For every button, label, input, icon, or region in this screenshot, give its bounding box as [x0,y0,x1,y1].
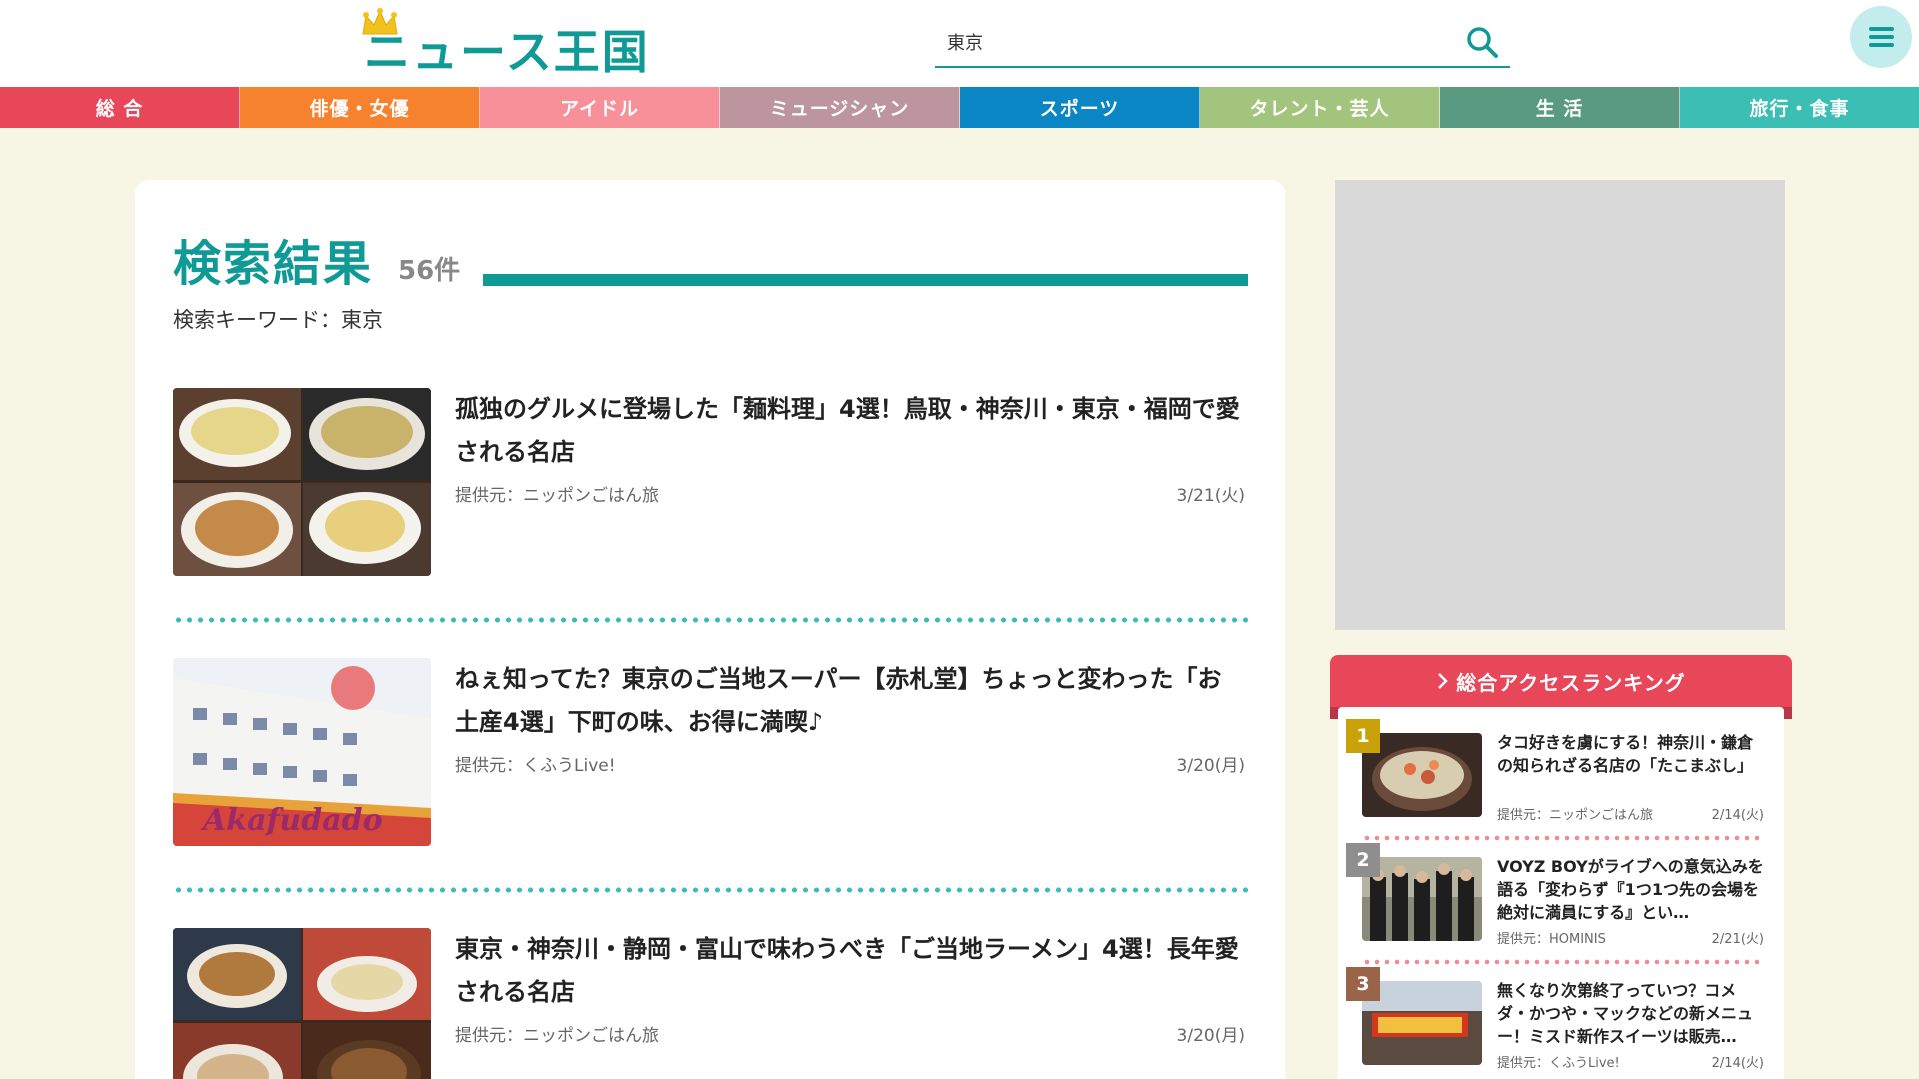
ranking-heading-label: 総合アクセスランキング [1456,670,1686,695]
search-keyword: 検索キーワード：東京 [173,308,383,332]
ranking-source: 提供元：くふうLive! [1497,1056,1620,1071]
article-thumbnail[interactable]: Akafudado [173,658,431,846]
ranking-title[interactable]: タコ好きを虜にする！神奈川・鎌倉の知られざる名店の「たこまぶし」 [1497,731,1765,777]
nav-item-idol[interactable]: アイドル [480,87,720,128]
ad-placeholder[interactable] [1335,180,1785,630]
ranking-date: 2/14(火) [1711,808,1764,823]
ranking-source: 提供元：ニッポンごはん旅 [1497,808,1654,823]
heading-divider [483,274,1248,286]
svg-text:Akafudado: Akafudado [200,803,383,838]
ranking-item[interactable]: 1 タコ好きを虜にする！神奈川・鎌倉の知られざる名店の「たこまぶし」 提供元：ニ… [1346,719,1765,829]
result-count: 56件 [398,256,461,286]
access-ranking: 1 タコ好きを虜にする！神奈川・鎌倉の知られざる名店の「たこまぶし」 提供元：ニ… [1330,655,1792,1079]
search-results-panel: 検索結果 56件 検索キーワード：東京 孤独のグルメに登場した「麺料理」4選！鳥… [135,180,1285,1079]
logo-text: ニュース王国 [364,25,650,79]
ranking-date: 2/21(火) [1711,932,1764,947]
ranking-title[interactable]: VOYZ BOYがライブへの意気込みを語る「変わらず『1つ1つ先の会場を絶対に満… [1497,855,1765,924]
ranking-header[interactable]: 総合アクセスランキング [1330,655,1792,707]
dotted-divider [173,887,1248,893]
chevron-right-icon [1438,673,1449,689]
dotted-divider [173,617,1248,623]
nav-item-actors[interactable]: 俳優・女優 [240,87,480,128]
article-source: 提供元：ニッポンごはん旅 [455,486,659,506]
category-nav: 総 合 俳優・女優 アイドル ミュージシャン スポーツ タレント・芸人 生 活 … [0,87,1919,128]
ranking-item[interactable]: 3 無くなり次第終了っていつ？コメダ・かつや・マックなどの新メニュー！ミスド新作… [1346,967,1765,1077]
nav-item-life[interactable]: 生 活 [1440,87,1680,128]
site-header: ニュース王国 [0,0,1919,87]
article-title[interactable]: 孤独のグルメに登場した「麺料理」4選！鳥取・神奈川・東京・福岡で愛される名店 [455,388,1245,474]
rank-badge: 3 [1346,967,1380,1001]
article-item[interactable]: 孤独のグルメに登場した「麺料理」4選！鳥取・神奈川・東京・福岡で愛される名店 提… [173,388,1248,578]
article-date: 3/21(火) [1176,486,1245,506]
article-source: 提供元：ニッポンごはん旅 [455,1026,659,1046]
article-source: 提供元：くふうLive! [455,756,616,776]
nav-item-general[interactable]: 総 合 [0,87,240,128]
nav-item-talent[interactable]: タレント・芸人 [1200,87,1440,128]
ranking-item[interactable]: 2 VOYZ BOYがライブへの意気込みを語る「変わらず『1つ1つ先の会場を絶対… [1346,843,1765,953]
search-box [935,18,1510,68]
article-thumbnail[interactable] [173,388,431,576]
site-logo[interactable]: ニュース王国 [360,8,650,78]
ranking-title[interactable]: 無くなり次第終了っていつ？コメダ・かつや・マックなどの新メニュー！ミスド新作スイ… [1497,979,1765,1048]
article-item[interactable]: Akafudado ねぇ知ってた？東京のご当地スーパー【赤札堂】ちょっと変わった… [173,658,1248,848]
nav-item-sports[interactable]: スポーツ [960,87,1200,128]
dotted-divider [1362,835,1764,841]
ranking-thumbnail[interactable] [1362,857,1482,941]
dotted-divider [1362,959,1764,965]
ranking-list: 1 タコ好きを虜にする！神奈川・鎌倉の知られざる名店の「たこまぶし」 提供元：ニ… [1338,707,1784,1079]
article-date: 3/20(月) [1176,1026,1245,1046]
nav-item-travel[interactable]: 旅行・食事 [1680,87,1919,128]
ranking-thumbnail[interactable] [1362,981,1482,1065]
ranking-thumbnail[interactable] [1362,733,1482,817]
page-title: 検索結果 [173,236,374,292]
article-item[interactable]: 東京・神奈川・静岡・富山で味わうべき「ご当地ラーメン」4選！長年愛される名店 提… [173,928,1248,1079]
article-title[interactable]: ねぇ知ってた？東京のご当地スーパー【赤札堂】ちょっと変わった「お土産4選」下町の… [455,658,1245,744]
ranking-source: 提供元：HOMINIS [1497,932,1606,947]
search-input[interactable] [947,26,1447,58]
nav-item-musician[interactable]: ミュージシャン [720,87,960,128]
rank-badge: 1 [1346,719,1380,753]
article-thumbnail[interactable] [173,928,431,1079]
results-heading: 検索結果 56件 [173,234,1248,294]
ranking-date: 2/14(火) [1711,1056,1764,1071]
article-date: 3/20(月) [1176,756,1245,776]
hamburger-menu-icon[interactable] [1850,6,1912,68]
search-icon[interactable] [1464,24,1500,60]
article-title[interactable]: 東京・神奈川・静岡・富山で味わうべき「ご当地ラーメン」4選！長年愛される名店 [455,928,1245,1014]
rank-badge: 2 [1346,843,1380,877]
